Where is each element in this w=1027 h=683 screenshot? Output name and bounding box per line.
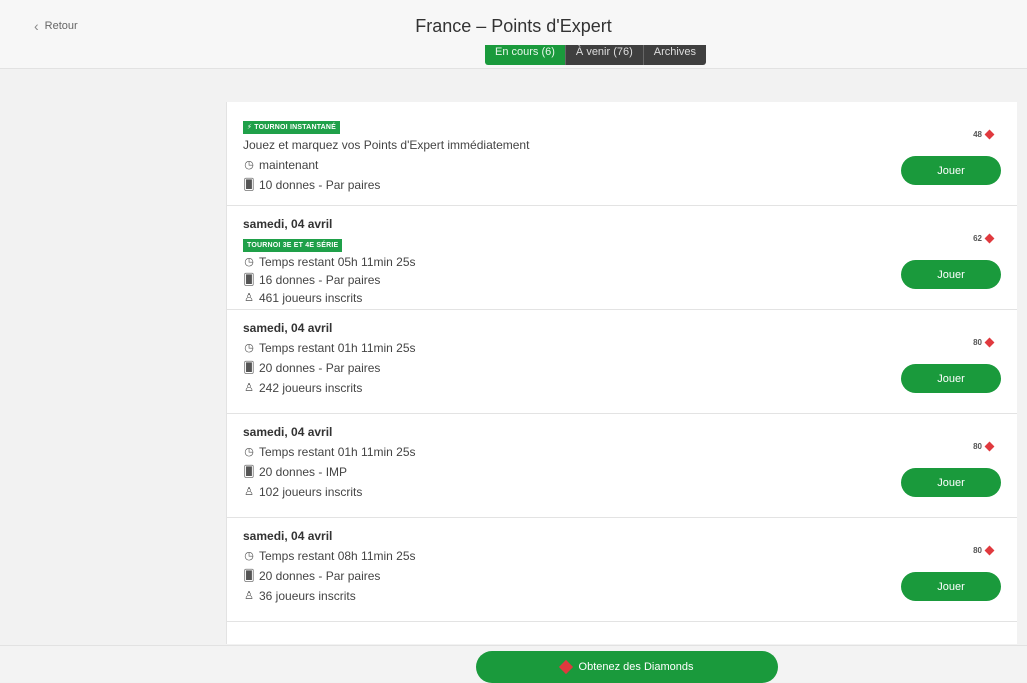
tournament-date: samedi, 04 avril [243, 321, 333, 335]
tournament-time: Temps restant 01h 11min 25s [259, 341, 416, 355]
tournament-card: samedi, 04 avril ◷ Temps restant 01h 11mi… [227, 310, 1017, 414]
diamond-icon [984, 441, 995, 452]
tournament-description: Jouez et marquez vos Points d'Expert imm… [243, 138, 530, 152]
tournament-date: samedi, 04 avril [243, 425, 333, 439]
get-diamonds-label: Obtenez des Diamonds [578, 661, 694, 673]
tournament-deals: 20 donnes - IMP [259, 465, 348, 479]
tab-a-venir[interactable]: À venir (76) [564, 45, 643, 65]
cards-icon: 🂠 [243, 274, 255, 286]
users-icon: ♙ [244, 292, 254, 304]
diamond-icon [984, 337, 995, 348]
tournament-deals: 16 donnes - Par paires [259, 273, 381, 287]
tournament-time: Temps restant 08h 11min 25s [259, 549, 416, 563]
tournament-card: ⚡ TOURNOI INSTANTANÉ Jouez et marquez vo… [227, 102, 1017, 206]
tournament-card: samedi, 04 avril TOURNOI 3E ET 4E SÉRIE … [227, 206, 1017, 310]
tournament-price: 48 [973, 129, 995, 140]
tab-bar: En cours (6) À venir (76) Archives [485, 45, 706, 65]
tournament-players: 102 joueurs inscrits [259, 485, 363, 499]
tournament-time: maintenant [259, 158, 319, 172]
tournament-price: 62 [973, 233, 995, 244]
tournament-price: 80 [973, 337, 995, 348]
tournament-card: samedi, 04 avril ◷ Temps restant 01h 11mi… [227, 414, 1017, 518]
diamond-icon [984, 129, 995, 140]
top-bar: ‹ Retour France – Points d'Expert En cou… [0, 0, 1027, 69]
play-button[interactable]: Jouer [901, 156, 1001, 185]
cards-icon: 🂠 [243, 179, 255, 191]
clock-icon: ◷ [244, 256, 254, 268]
page-title: France – Points d'Expert [415, 16, 612, 36]
tournament-deals: 20 donnes - Par paires [259, 569, 381, 583]
tournament-time: Temps restant 05h 11min 25s [259, 255, 416, 269]
instant-tournament-badge: ⚡ TOURNOI INSTANTANÉ [243, 121, 341, 134]
play-button[interactable]: Jouer [901, 572, 1001, 601]
tournament-deals: 10 donnes - Par paires [259, 178, 381, 192]
diamond-icon [984, 233, 995, 244]
tab-en-cours[interactable]: En cours (6) [485, 45, 565, 65]
clock-icon: ◷ [244, 550, 254, 562]
play-button[interactable]: Jouer [901, 260, 1001, 289]
clock-icon: ◷ [244, 159, 254, 171]
tournament-time: Temps restant 01h 11min 25s [259, 445, 416, 459]
tab-archives[interactable]: Archives [642, 45, 706, 65]
users-icon: ♙ [244, 590, 254, 602]
series-badge: TOURNOI 3E ET 4E SÉRIE [243, 239, 343, 252]
users-icon: ♙ [244, 486, 254, 498]
tournament-date: samedi, 04 avril [243, 529, 333, 543]
tournament-deals: 20 donnes - Par paires [259, 361, 381, 375]
clock-icon: ◷ [244, 446, 254, 458]
diamond-icon [558, 659, 573, 675]
tournament-players: 242 joueurs inscrits [259, 381, 363, 395]
play-button[interactable]: Jouer [901, 364, 1001, 393]
tournament-card: samedi, 04 avril ◷ Temps restant 08h 11mi… [227, 518, 1017, 622]
tournament-players: 36 joueurs inscrits [259, 589, 356, 603]
get-diamonds-button[interactable]: Obtenez des Diamonds [476, 651, 778, 683]
bottom-bar: Obtenez des Diamonds [0, 645, 1027, 683]
clock-icon: ◷ [244, 342, 254, 354]
cards-icon: 🂠 [243, 362, 255, 374]
diamond-icon [984, 545, 995, 556]
play-button[interactable]: Jouer [901, 468, 1001, 497]
tournament-price: 80 [973, 441, 995, 452]
tournament-price: 80 [973, 545, 995, 556]
cards-icon: 🂠 [243, 570, 255, 582]
cards-icon: 🂠 [243, 466, 255, 478]
tournament-date: samedi, 04 avril [243, 217, 333, 231]
tournament-list[interactable]: ⚡ TOURNOI INSTANTANÉ Jouez et marquez vo… [226, 102, 1017, 644]
users-icon: ♙ [244, 382, 254, 394]
tournament-players: 461 joueurs inscrits [259, 291, 363, 305]
